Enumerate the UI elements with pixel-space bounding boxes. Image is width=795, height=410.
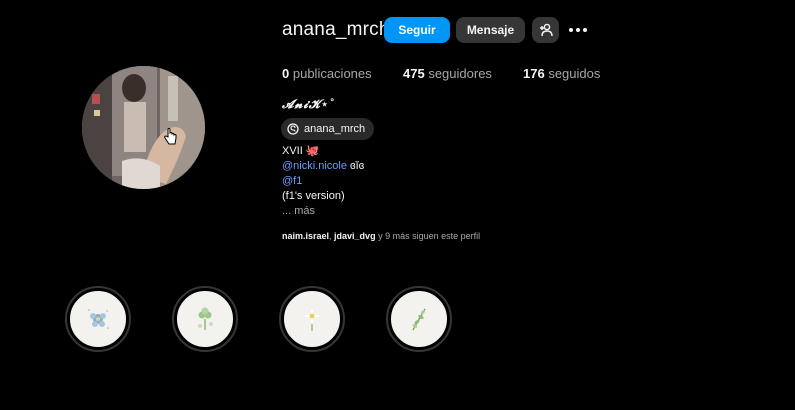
message-button[interactable]: Mensaje	[456, 17, 525, 43]
profile-display-name: 𝓐𝓷𝓲𝓚⋆˚	[282, 97, 335, 111]
bio-more-link[interactable]: ... más	[282, 204, 364, 219]
follower-user-1[interactable]: naim.israel	[282, 231, 329, 241]
bio-line-2: @nicki.nicole ɞĭɞ	[282, 159, 364, 174]
following-label: seguidos	[548, 66, 601, 81]
followed-by-text[interactable]: naim.israel, jdavi_dvg y 9 más siguen es…	[282, 231, 480, 241]
followers-stat[interactable]: 475 seguidores	[403, 66, 492, 81]
bio-text: XVII	[282, 145, 303, 157]
profile-avatar[interactable]	[82, 66, 205, 189]
followers-count: 475	[403, 66, 425, 81]
following-stat[interactable]: 176 seguidos	[523, 66, 600, 81]
story-highlight-4[interactable]	[386, 286, 452, 352]
suggest-accounts-button[interactable]	[532, 17, 559, 43]
posts-count: 0	[282, 66, 290, 81]
following-count: 176	[523, 66, 545, 81]
profile-bio: XVII 🐙 @nicki.nicole ɞĭɞ @f1 (f1's versi…	[282, 144, 364, 219]
blue-flower-icon	[88, 309, 109, 329]
story-highlight-2[interactable]	[172, 286, 238, 352]
more-options-button[interactable]	[566, 19, 590, 41]
threads-handle: anana_mrch	[304, 123, 366, 135]
leaf-sprig-icon	[412, 308, 426, 331]
follow-button[interactable]: Seguir	[384, 17, 450, 43]
bio-mention-suffix: ɞĭɞ	[350, 160, 365, 172]
threads-badge[interactable]: anana_mrch	[281, 118, 375, 140]
daisy-icon	[303, 307, 321, 331]
bio-line-3: @f1	[282, 174, 364, 189]
mention-link-f1[interactable]: @f1	[282, 175, 302, 187]
clover-icon	[198, 307, 213, 330]
posts-stat: 0 publicaciones	[282, 66, 372, 81]
story-highlight-3[interactable]	[279, 286, 345, 352]
follower-user-2[interactable]: jdavi_dvg	[334, 231, 376, 241]
threads-icon	[287, 123, 299, 135]
story-highlight-1[interactable]	[65, 286, 131, 352]
profile-username: anana_mrch	[282, 19, 390, 40]
bio-line-4: (f1's version)	[282, 190, 345, 202]
add-person-icon	[539, 23, 553, 37]
octopus-emoji: 🐙	[305, 145, 320, 157]
mention-link-nicki[interactable]: @nicki.nicole	[282, 160, 347, 172]
hand-cursor-icon	[164, 128, 177, 145]
more-dots-icon	[569, 28, 587, 32]
followers-label: seguidores	[428, 66, 492, 81]
posts-label: publicaciones	[292, 66, 372, 81]
avatar-photo	[82, 66, 205, 189]
followed-by-rest: y 9 más siguen este perfil	[375, 231, 481, 241]
bio-line-1: XVII 🐙	[282, 144, 364, 159]
